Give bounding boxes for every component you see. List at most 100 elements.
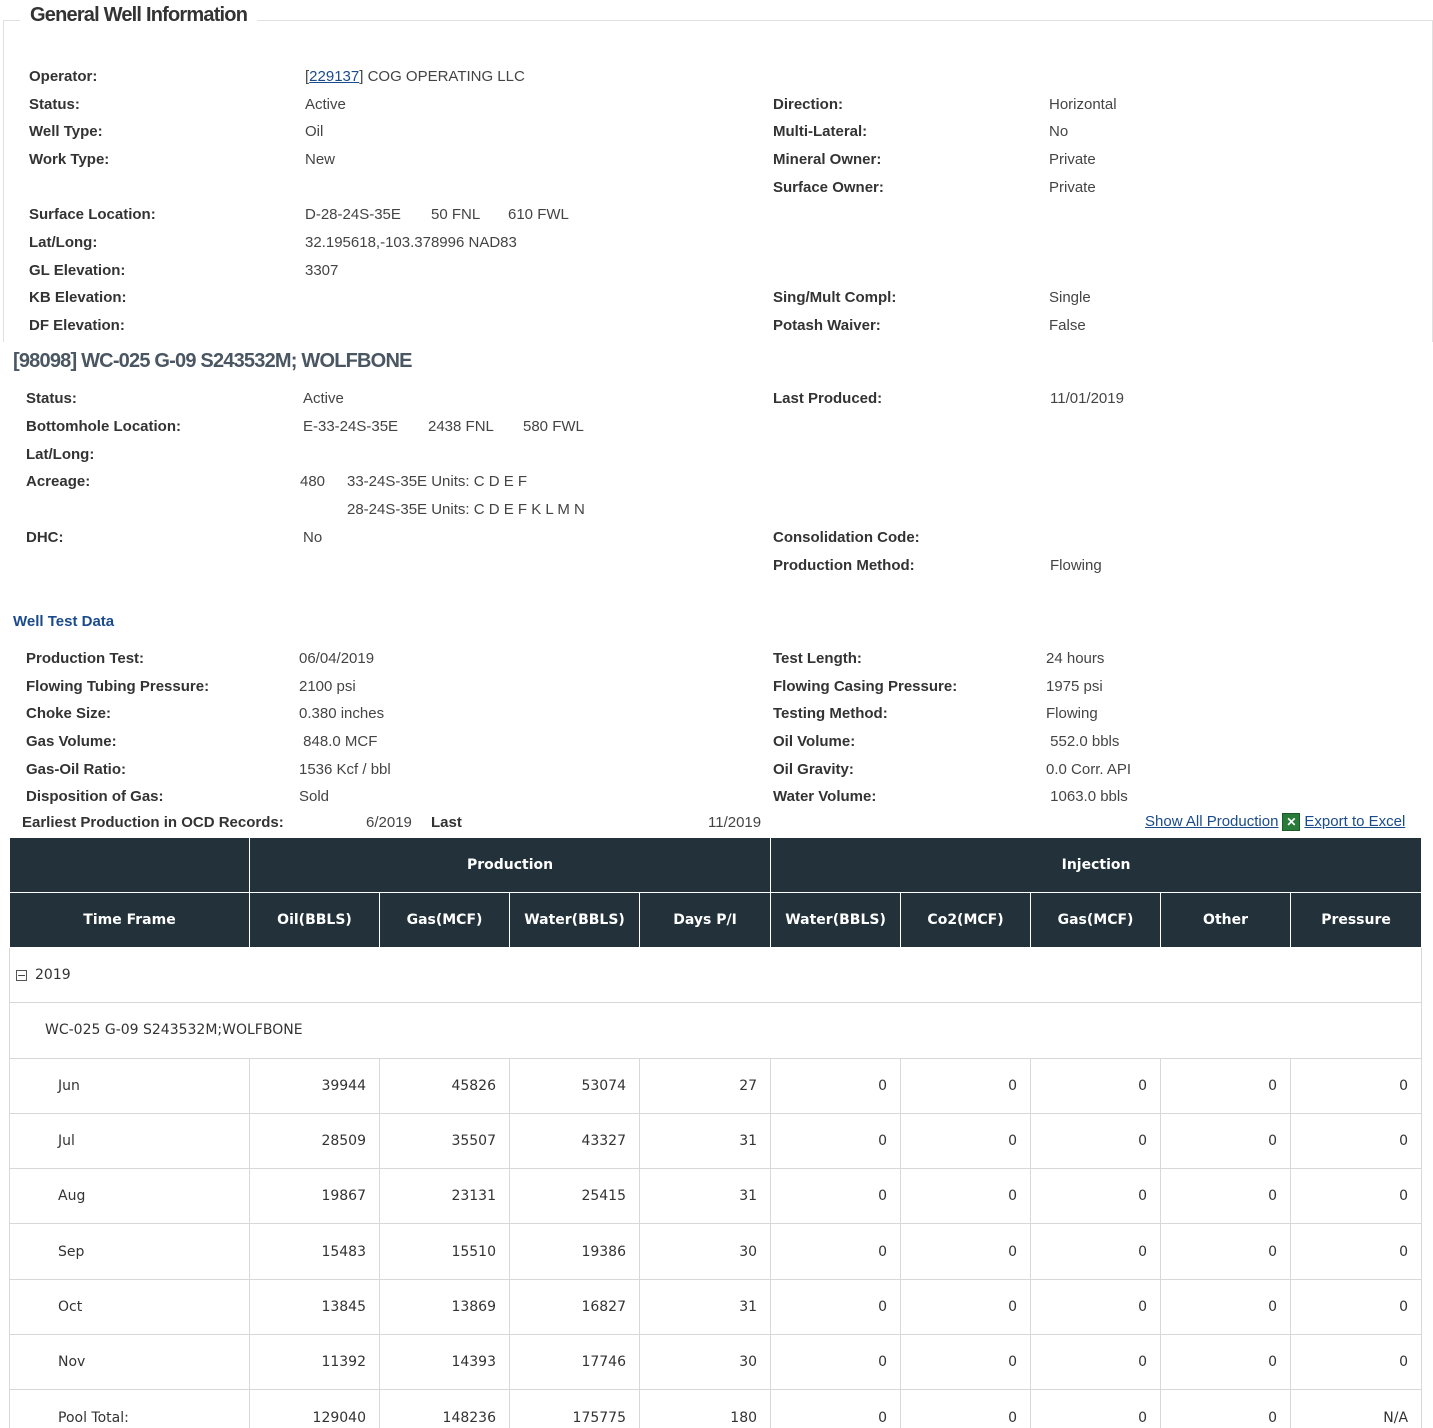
- row-cell: 25415: [509, 1168, 640, 1225]
- row-cell: 19386: [509, 1223, 640, 1280]
- gas-oil-ratio-value: 1536 Kcf / bbl: [299, 761, 391, 778]
- row-cell: 0: [1290, 1278, 1423, 1336]
- operator-value: [229137] COG OPERATING LLC: [305, 68, 525, 85]
- testing-method-value: Flowing: [1046, 705, 1098, 722]
- row-cell: 0: [1290, 1057, 1423, 1114]
- row-cell: 180: [638, 1389, 772, 1428]
- row-cell: 19867: [249, 1168, 380, 1225]
- acreage-units-2: 28-24S-35E Units: C D E F K L M N: [347, 501, 585, 518]
- row-cell: 0: [900, 1223, 1032, 1280]
- well-test-title: Well Test Data: [13, 613, 115, 630]
- row-cell: 0: [1160, 1278, 1292, 1336]
- direction-label: Direction:: [773, 96, 844, 113]
- production-method-label: Production Method:: [773, 557, 915, 574]
- row-cell: 30: [638, 1334, 772, 1391]
- row-cell: 0: [900, 1057, 1032, 1114]
- row-cell: 23131: [379, 1168, 510, 1225]
- oil-gravity-label: Oil Gravity:: [773, 761, 854, 778]
- row-cell: 0: [770, 1334, 902, 1391]
- acreage-units-1: 33-24S-35E Units: C D E F: [347, 473, 528, 490]
- row-cell: 0: [1030, 1278, 1162, 1336]
- table-row: Nov 11392 14393 17746 30 0 0 0 0 0: [9, 1334, 1423, 1391]
- pool-status-label: Status:: [26, 390, 77, 407]
- row-cell: 0: [1030, 1168, 1162, 1225]
- production-actions: Show All Production ✕ Export to Excel: [1145, 813, 1405, 832]
- row-cell: 0: [1160, 1389, 1292, 1428]
- row-cell: 31: [638, 1278, 772, 1336]
- choke-size-value: 0.380 inches: [299, 705, 385, 722]
- column-header: Oil(BBLS): [249, 892, 380, 948]
- column-header: Other: [1160, 892, 1292, 948]
- row-cell: 0: [1030, 1057, 1162, 1114]
- row-cell: 0: [900, 1389, 1032, 1428]
- pool-name-row: WC-025 G-09 S243532M;WOLFBONE: [8, 1002, 1423, 1059]
- row-cell: 0: [1160, 1334, 1292, 1391]
- column-header: Gas(MCF): [1030, 892, 1162, 948]
- pool-lat-long-label: Lat/Long:: [26, 446, 95, 463]
- oil-volume-value: 552.0 bbls: [1046, 733, 1120, 750]
- row-cell: 28509: [249, 1112, 380, 1170]
- row-cell: 0: [1030, 1112, 1162, 1170]
- row-cell: 0: [770, 1168, 902, 1225]
- row-cell: 13845: [249, 1278, 380, 1336]
- row-time-frame: Aug: [9, 1168, 250, 1225]
- row-cell: N/A: [1290, 1389, 1423, 1428]
- collapse-icon[interactable]: −: [16, 969, 27, 981]
- acreage-label: Acreage:: [26, 473, 91, 490]
- operator-label: Operator:: [29, 68, 98, 85]
- column-header: Co2(MCF): [900, 892, 1032, 948]
- row-cell: 0: [1160, 1112, 1292, 1170]
- casing-pressure-value: 1975 psi: [1046, 678, 1103, 695]
- pool-total-row: Pool Total: 129040 148236 175775 180 0 0 0 0 N/A: [9, 1389, 1423, 1428]
- dhc-value: No: [303, 529, 323, 546]
- operator-id-link[interactable]: 229137: [309, 68, 359, 85]
- row-cell: 31: [638, 1112, 772, 1170]
- row-cell: 15483: [249, 1223, 380, 1280]
- row-cell: 16827: [509, 1278, 640, 1336]
- header-group-production: Production: [248, 837, 772, 893]
- casing-pressure-label: Flowing Casing Pressure:: [773, 678, 958, 695]
- multi-lateral-value: No: [1049, 123, 1069, 140]
- row-cell: 35507: [379, 1112, 510, 1170]
- year-group-row[interactable]: −2019: [8, 946, 1423, 1004]
- row-cell: 0: [900, 1334, 1032, 1391]
- row-cell: 17746: [509, 1334, 640, 1391]
- row-cell: 0: [770, 1112, 902, 1170]
- disposition-value: Sold: [299, 788, 330, 805]
- surface-owner-label: Surface Owner:: [773, 179, 884, 196]
- excel-icon[interactable]: ✕: [1282, 813, 1301, 832]
- sing-mult-label: Sing/Mult Compl:: [773, 289, 897, 306]
- disposition-label: Disposition of Gas:: [26, 788, 164, 805]
- row-cell: 30: [638, 1223, 772, 1280]
- row-cell: 0: [770, 1223, 902, 1280]
- potash-waiver-label: Potash Waiver:: [773, 317, 881, 334]
- row-cell: 0: [1290, 1112, 1423, 1170]
- row-cell: 0: [1160, 1223, 1292, 1280]
- df-elevation-label: DF Elevation:: [29, 317, 125, 334]
- water-volume-label: Water Volume:: [773, 788, 877, 805]
- row-cell: 0: [1290, 1223, 1423, 1280]
- kb-elevation-label: KB Elevation:: [29, 289, 127, 306]
- column-header: Pressure: [1290, 892, 1423, 948]
- show-all-production-link[interactable]: Show All Production: [1145, 813, 1278, 830]
- row-cell: 39944: [249, 1057, 380, 1114]
- bottomhole-label: Bottomhole Location:: [26, 418, 181, 435]
- export-excel-link[interactable]: Export to Excel: [1304, 813, 1405, 830]
- row-cell: 0: [770, 1278, 902, 1336]
- row-cell: 148236: [379, 1389, 510, 1428]
- row-cell: 0: [1030, 1334, 1162, 1391]
- row-time-frame: Pool Total:: [9, 1389, 250, 1428]
- lat-long-label: Lat/Long:: [29, 234, 98, 251]
- table-row: Sep 15483 15510 19386 30 0 0 0 0 0: [9, 1223, 1423, 1280]
- last-production-value: 11/2019: [708, 814, 762, 831]
- production-test-value: 06/04/2019: [299, 650, 375, 667]
- row-cell: 0: [1160, 1057, 1292, 1114]
- row-cell: 0: [1290, 1168, 1423, 1225]
- row-cell: 11392: [249, 1334, 380, 1391]
- bottomhole-fnl: 2438 FNL: [428, 418, 494, 435]
- row-time-frame: Nov: [9, 1334, 250, 1391]
- row-cell: 0: [900, 1168, 1032, 1225]
- operator-name: COG OPERATING LLC: [367, 68, 525, 85]
- test-length-label: Test Length:: [773, 650, 862, 667]
- multi-lateral-label: Multi-Lateral:: [773, 123, 868, 140]
